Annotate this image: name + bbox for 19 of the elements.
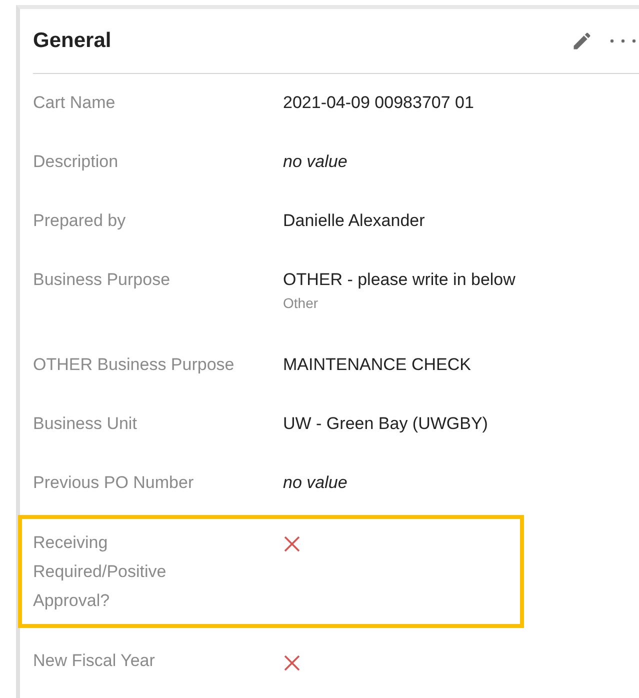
card-title: General xyxy=(33,29,112,53)
field-label: Business Unit xyxy=(33,414,137,433)
field-label: Previous PO Number xyxy=(33,473,194,492)
field-subtext: Other xyxy=(283,294,320,313)
field-value: UW - Green Bay (UWGBY) xyxy=(283,414,488,433)
empty-value: no value xyxy=(283,473,348,492)
field-value: OTHER - please write in below xyxy=(283,270,516,289)
edit-icon[interactable] xyxy=(571,30,593,52)
field-value: 2021-04-09 00983707 01 xyxy=(283,93,474,112)
field-label: Description xyxy=(33,152,118,171)
field-label: Prepared by xyxy=(33,211,126,230)
field-label: Business Purpose xyxy=(33,270,170,289)
field-label: OTHER Business Purpose xyxy=(33,355,234,374)
field-value: Danielle Alexander xyxy=(283,211,425,230)
field-value: MAINTENANCE CHECK xyxy=(283,355,471,374)
field-label: Cart Name xyxy=(33,93,116,112)
field-label: Receiving Required/Positive Approval? xyxy=(33,532,168,612)
empty-value: no value xyxy=(283,152,348,171)
field-label: New Fiscal Year xyxy=(33,651,155,670)
